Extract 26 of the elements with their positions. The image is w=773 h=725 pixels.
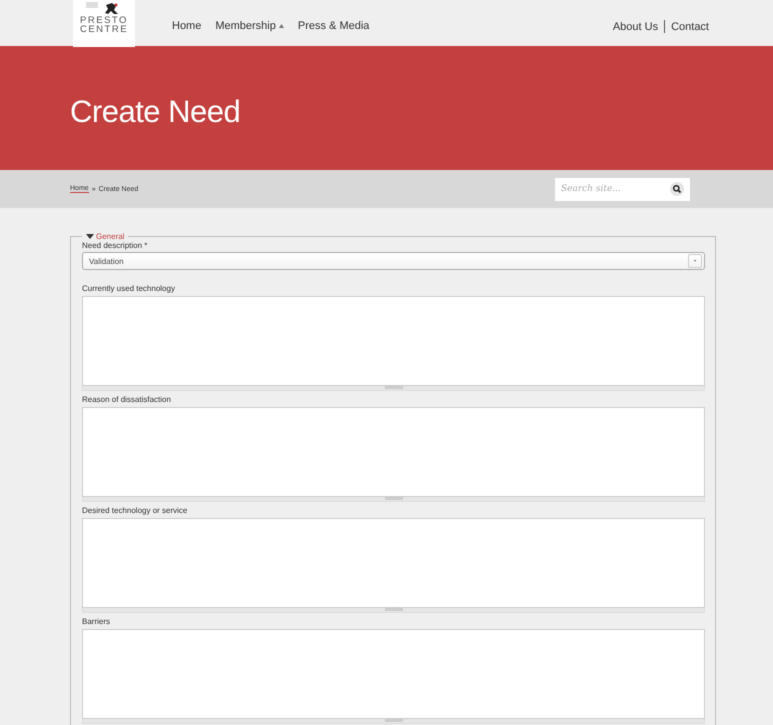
nav-link[interactable]: Press & Media: [298, 20, 370, 32]
text-area[interactable]: [82, 629, 705, 719]
section-toggle[interactable]: General: [82, 232, 128, 241]
logo[interactable]: PRESTO CENTRE: [73, 0, 135, 47]
resize-handle[interactable]: [82, 719, 705, 724]
field-label: Reason of dissatisfaction: [82, 395, 172, 404]
field-label: Barriers: [82, 617, 112, 626]
field-label: Currently used technology: [82, 284, 176, 293]
utility-link[interactable]: About Us: [612, 20, 658, 32]
utility-link[interactable]: Contact: [671, 20, 709, 32]
search-field[interactable]: Search site...: [555, 178, 690, 200]
field-label: Need description *: [82, 241, 148, 250]
text-area[interactable]: [82, 407, 705, 497]
field-label: Desired technology or service: [82, 506, 188, 515]
search-icon[interactable]: [670, 182, 684, 196]
resize-handle[interactable]: [82, 497, 705, 502]
text-area[interactable]: [82, 518, 705, 608]
page-title: Create Need: [70, 94, 240, 130]
caret-icon: [278, 24, 284, 28]
resize-handle[interactable]: [82, 608, 705, 613]
dropdown[interactable]: Validation: [82, 252, 705, 270]
nav-link[interactable]: Home: [172, 20, 202, 32]
text-area[interactable]: [82, 296, 705, 386]
resize-handle[interactable]: [82, 386, 705, 391]
nav-link[interactable]: Membership: [215, 20, 284, 32]
caret-icon: [688, 254, 702, 268]
